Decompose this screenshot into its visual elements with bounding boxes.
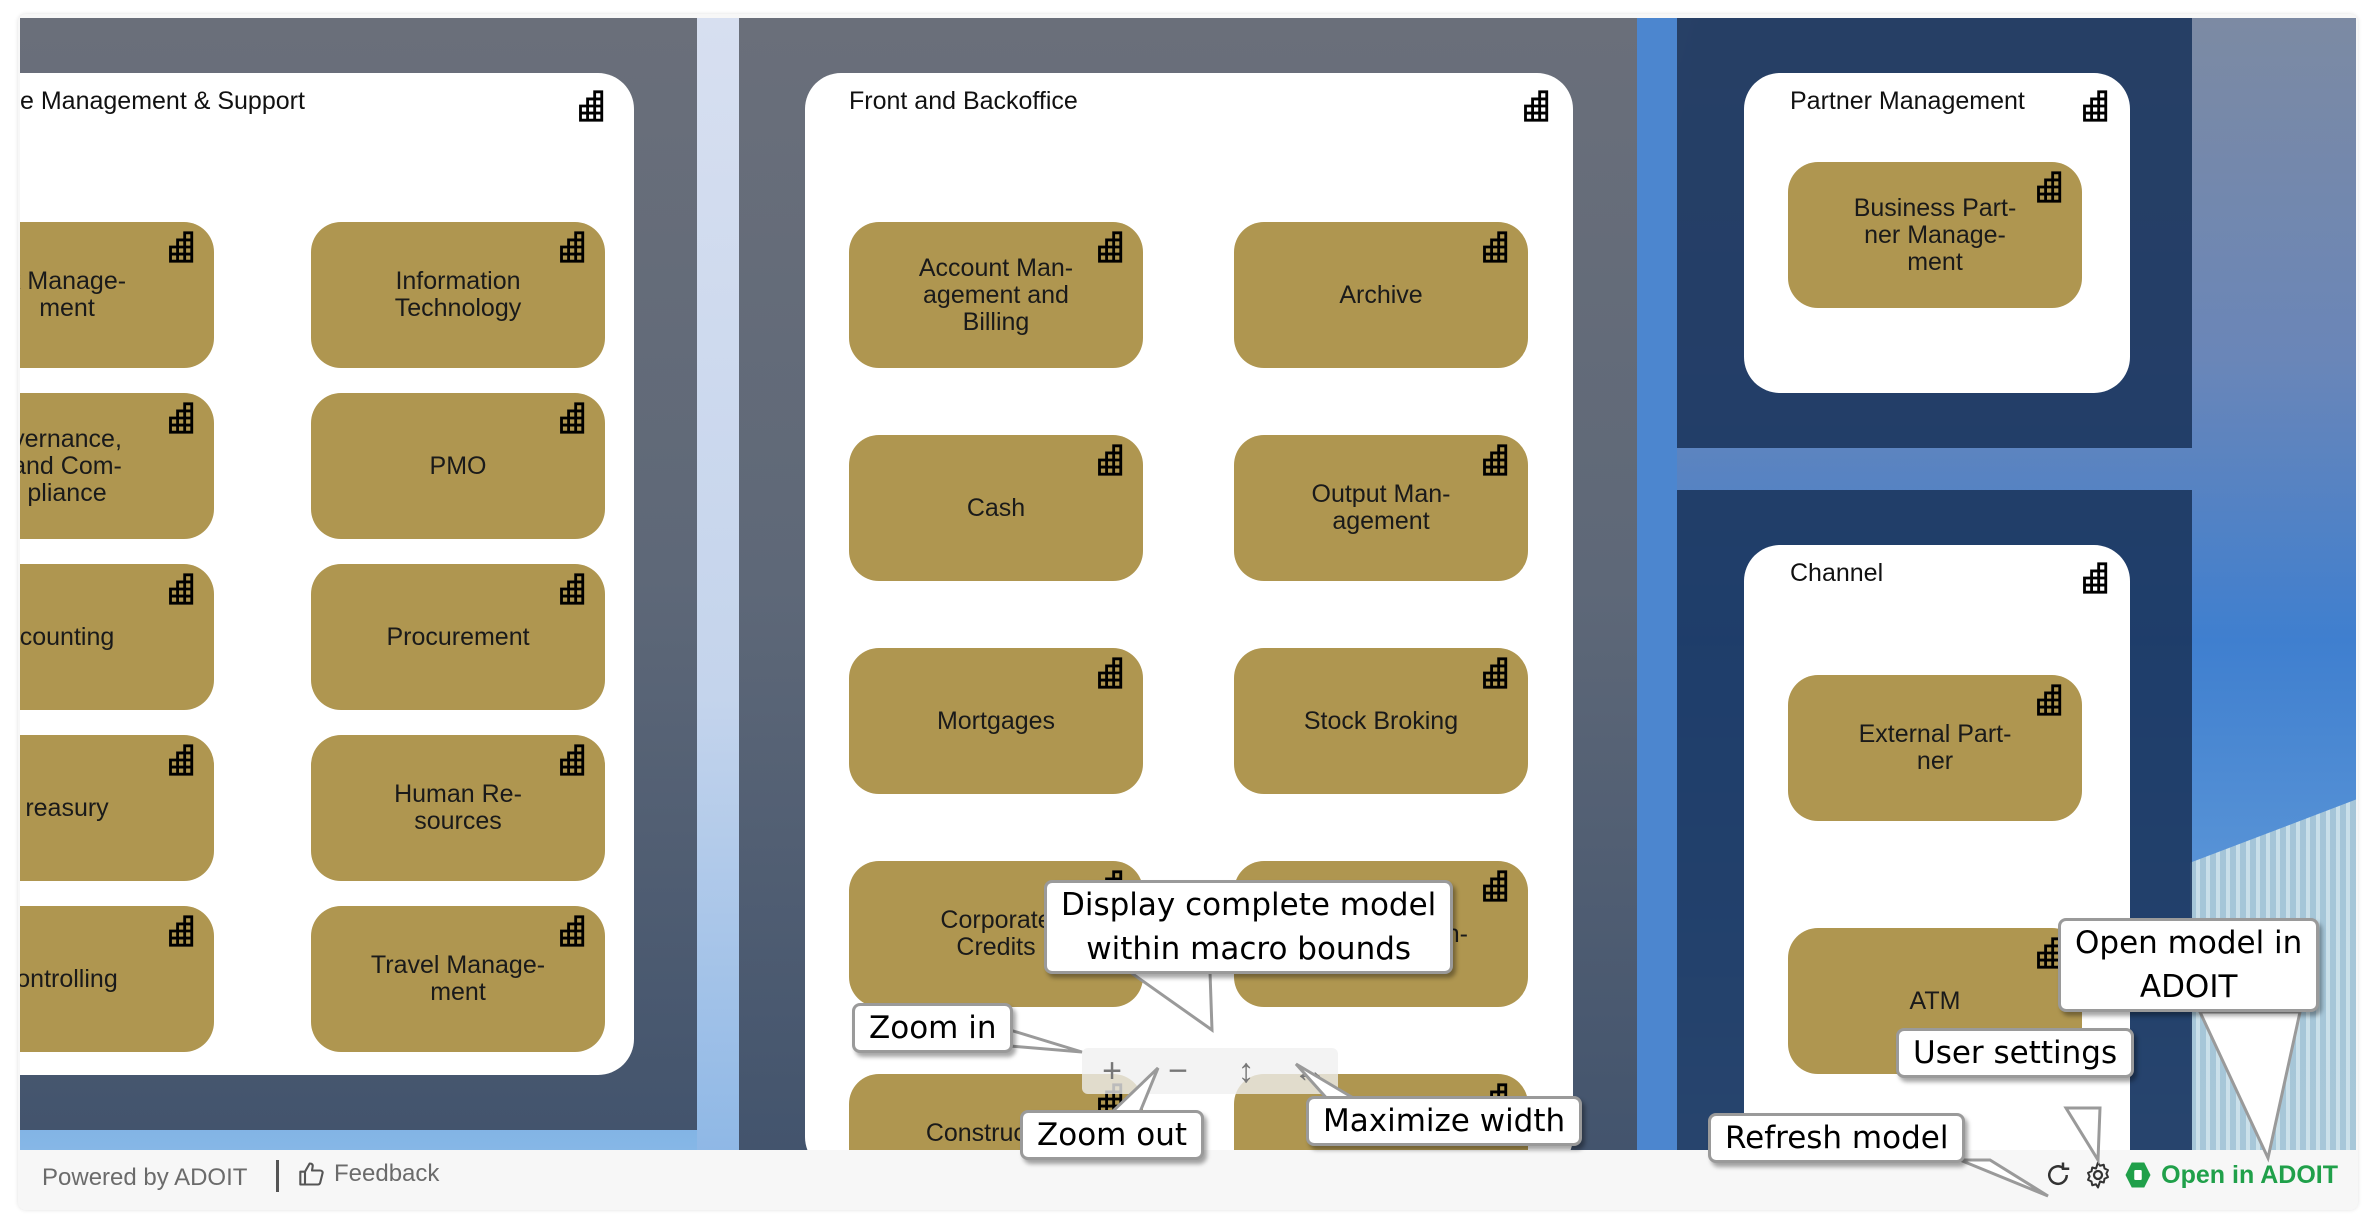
drilldown-icon[interactable] xyxy=(572,89,606,123)
fit-height-button[interactable]: ↕ xyxy=(1226,1052,1266,1090)
drilldown-icon[interactable] xyxy=(553,572,587,606)
separator-stripe-blue xyxy=(1637,18,1677,1150)
drilldown-icon[interactable] xyxy=(1476,230,1510,264)
callout-zoom-out: Zoom out xyxy=(1020,1110,1204,1160)
thumbs-up-icon xyxy=(298,1160,326,1188)
node-procurement[interactable]: Procurement xyxy=(311,564,605,710)
panel-front-backoffice[interactable]: Front and Backoffice Account Man- agemen… xyxy=(805,73,1573,1150)
node-controlling[interactable]: ontrolling xyxy=(20,906,214,1052)
panel-management-support[interactable]: e Management & Support k Manage- ment In… xyxy=(20,73,634,1075)
callout-maximize-width: Maximize width xyxy=(1306,1096,1583,1146)
footer-tools: Open in ADOIT xyxy=(2043,1160,2338,1190)
callout-open-model: Open model in ADOIT xyxy=(2058,918,2320,1012)
node-mortgages[interactable]: Mortgages xyxy=(849,648,1143,794)
footer-divider xyxy=(276,1160,279,1192)
drilldown-icon[interactable] xyxy=(1476,869,1510,903)
node-information-technology[interactable]: Information Technology xyxy=(311,222,605,368)
drilldown-icon[interactable] xyxy=(1091,443,1125,477)
drilldown-icon[interactable] xyxy=(553,230,587,264)
drilldown-icon[interactable] xyxy=(2030,170,2064,204)
separator-stripe xyxy=(697,18,739,1150)
node-pmo[interactable]: PMO xyxy=(311,393,605,539)
node-travel-management[interactable]: Travel Manage- ment xyxy=(311,906,605,1052)
callout-refresh-model: Refresh model xyxy=(1708,1113,1966,1163)
model-canvas[interactable]: e Management & Support k Manage- ment In… xyxy=(20,18,2356,1150)
node-business-partner-management[interactable]: Business Part- ner Manage- ment xyxy=(1788,162,2082,308)
zoom-controls: + − ↕ ↔ xyxy=(1082,1048,1338,1094)
feedback-label: Feedback xyxy=(334,1160,440,1187)
node-human-resources[interactable]: Human Re- sources xyxy=(311,735,605,881)
gear-icon[interactable] xyxy=(2083,1160,2113,1190)
drilldown-icon[interactable] xyxy=(553,743,587,777)
drilldown-icon[interactable] xyxy=(162,572,196,606)
drilldown-icon[interactable] xyxy=(162,914,196,948)
drilldown-icon[interactable] xyxy=(2030,683,2064,717)
node-accounting[interactable]: counting xyxy=(20,564,214,710)
feedback-button[interactable]: Feedback xyxy=(298,1160,439,1188)
panel-partner-management[interactable]: Partner Management Business Part- ner Ma… xyxy=(1744,73,2130,393)
drilldown-icon[interactable] xyxy=(2076,89,2110,123)
drilldown-icon[interactable] xyxy=(162,401,196,435)
callout-display-complete: Display complete model within macro boun… xyxy=(1044,880,1454,974)
callout-user-settings: User settings xyxy=(1896,1028,2135,1078)
node-output-management[interactable]: Output Man- agement xyxy=(1234,435,1528,581)
callout-zoom-in: Zoom in xyxy=(852,1003,1014,1053)
node-risk-management[interactable]: k Manage- ment xyxy=(20,222,214,368)
drilldown-icon[interactable] xyxy=(2076,561,2110,595)
open-in-adoit-button[interactable]: Open in ADOIT xyxy=(2123,1160,2338,1190)
adoit-logo-icon xyxy=(2123,1160,2153,1190)
drilldown-icon[interactable] xyxy=(1091,230,1125,264)
zoom-out-button[interactable]: − xyxy=(1158,1052,1198,1090)
zoom-in-button[interactable]: + xyxy=(1092,1052,1132,1090)
drilldown-icon[interactable] xyxy=(162,230,196,264)
node-archive[interactable]: Archive xyxy=(1234,222,1528,368)
node-external-partner[interactable]: External Part- ner xyxy=(1788,675,2082,821)
drilldown-icon[interactable] xyxy=(162,743,196,777)
maximize-width-button[interactable]: ↔ xyxy=(1290,1052,1330,1090)
powered-by-label: Powered by ADOIT xyxy=(42,1164,248,1191)
drilldown-icon[interactable] xyxy=(1091,656,1125,690)
open-in-adoit-label: Open in ADOIT xyxy=(2161,1160,2338,1189)
drilldown-icon[interactable] xyxy=(553,914,587,948)
node-governance-compliance[interactable]: vernance, and Com- pliance xyxy=(20,393,214,539)
drilldown-icon[interactable] xyxy=(1517,89,1551,123)
refresh-icon[interactable] xyxy=(2043,1160,2073,1190)
node-cash[interactable]: Cash xyxy=(849,435,1143,581)
panel-title: Partner Management xyxy=(1790,87,2025,115)
node-treasury[interactable]: reasury xyxy=(20,735,214,881)
drilldown-icon[interactable] xyxy=(1476,443,1510,477)
drilldown-icon[interactable] xyxy=(553,401,587,435)
panel-title: Channel xyxy=(1790,559,1884,587)
panel-title: Front and Backoffice xyxy=(849,87,1078,115)
node-account-management-billing[interactable]: Account Man- agement and Billing xyxy=(849,222,1143,368)
panel-title: e Management & Support xyxy=(20,87,305,115)
drilldown-icon[interactable] xyxy=(1476,656,1510,690)
node-stock-broking[interactable]: Stock Broking xyxy=(1234,648,1528,794)
